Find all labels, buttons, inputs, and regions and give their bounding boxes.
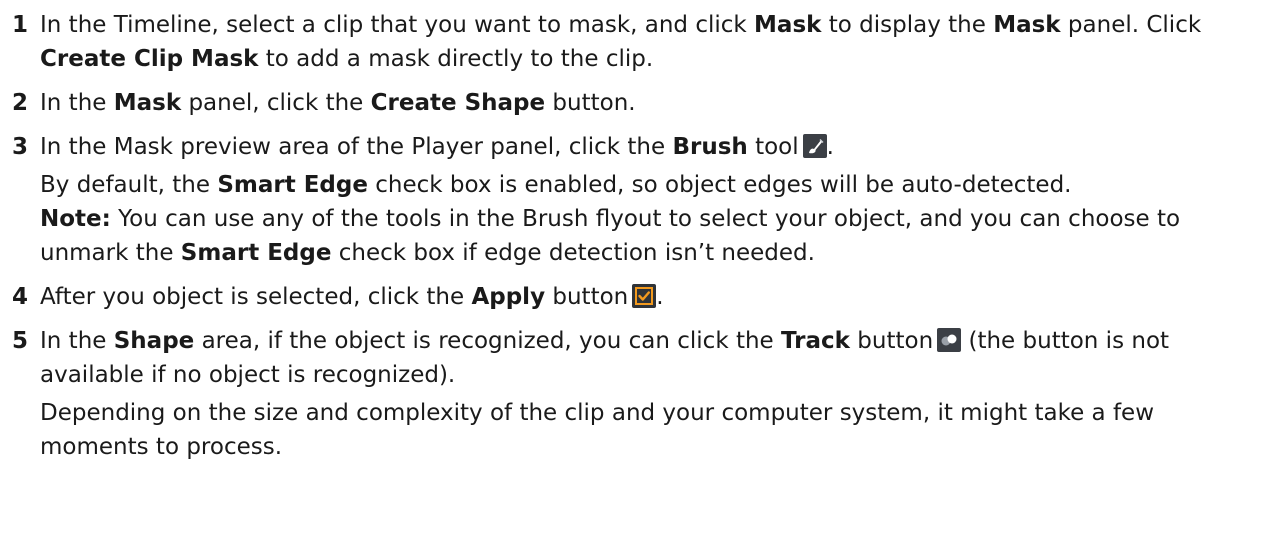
brush-icon: [802, 134, 827, 158]
step-2: 2 In the Mask panel, click the Create Sh…: [0, 86, 1266, 120]
step-number: 4: [12, 284, 29, 310]
step-3: 3 In the Mask preview area of the Player…: [0, 130, 1266, 164]
step-text: area, if the object is recognized, you c…: [194, 328, 782, 354]
step-text: In the Timeline, select a clip that you …: [40, 12, 755, 38]
ui-term-mask: Mask: [993, 12, 1061, 38]
ui-term-shape: Shape: [113, 328, 195, 354]
note-label: Note:: [40, 206, 111, 232]
step-text: In the: [40, 328, 114, 354]
note-text: check box if edge detection isn’t needed…: [331, 240, 815, 266]
ui-term-track: Track: [781, 328, 850, 354]
step-5-description: Depending on the size and complexity of …: [0, 396, 1266, 464]
instruction-steps: 1 In the Timeline, select a clip that yo…: [0, 8, 1266, 464]
apply-checkbox-icon: [632, 284, 657, 308]
step-text: button: [545, 284, 629, 310]
para-text: Depending on the size and complexity of …: [40, 400, 1155, 460]
step-text: button: [849, 328, 934, 354]
step-text: button.: [545, 90, 636, 116]
step-text: to display the: [821, 12, 994, 38]
step-3-description: By default, the Smart Edge check box is …: [0, 168, 1266, 270]
para-text: check box is enabled, so object edges wi…: [367, 172, 1072, 198]
para-text: By default, the: [40, 172, 218, 198]
ui-term-mask: Mask: [754, 12, 822, 38]
step-text: After you object is selected, click the: [40, 284, 472, 310]
step-5: 5 In the Shape area, if the object is re…: [0, 324, 1266, 392]
ui-term-create-shape: Create Shape: [370, 90, 546, 116]
step-text: .: [826, 134, 834, 160]
ui-term-brush: Brush: [672, 134, 748, 160]
step-text: tool: [747, 134, 799, 160]
ui-term-apply: Apply: [471, 284, 546, 310]
step-text: In the Mask preview area of the Player p…: [40, 134, 673, 160]
ui-term-smart-edge: Smart Edge: [180, 240, 332, 266]
step-text: to add a mask directly to the clip.: [258, 46, 654, 72]
ui-term-mask: Mask: [113, 90, 182, 116]
track-icon: [937, 328, 962, 352]
step-text: In the: [40, 90, 114, 116]
step-number: 5: [12, 328, 29, 354]
step-number: 2: [12, 90, 29, 116]
step-text: panel. Click: [1060, 12, 1202, 38]
step-1: 1 In the Timeline, select a clip that yo…: [0, 8, 1266, 76]
ui-term-create-clip-mask: Create Clip Mask: [40, 46, 259, 72]
step-text: .: [656, 284, 664, 310]
step-text: panel, click the: [181, 90, 371, 116]
ui-term-smart-edge: Smart Edge: [217, 172, 368, 198]
step-4: 4 After you object is selected, click th…: [0, 280, 1266, 314]
step-number: 3: [12, 134, 29, 160]
step-number: 1: [12, 12, 29, 38]
